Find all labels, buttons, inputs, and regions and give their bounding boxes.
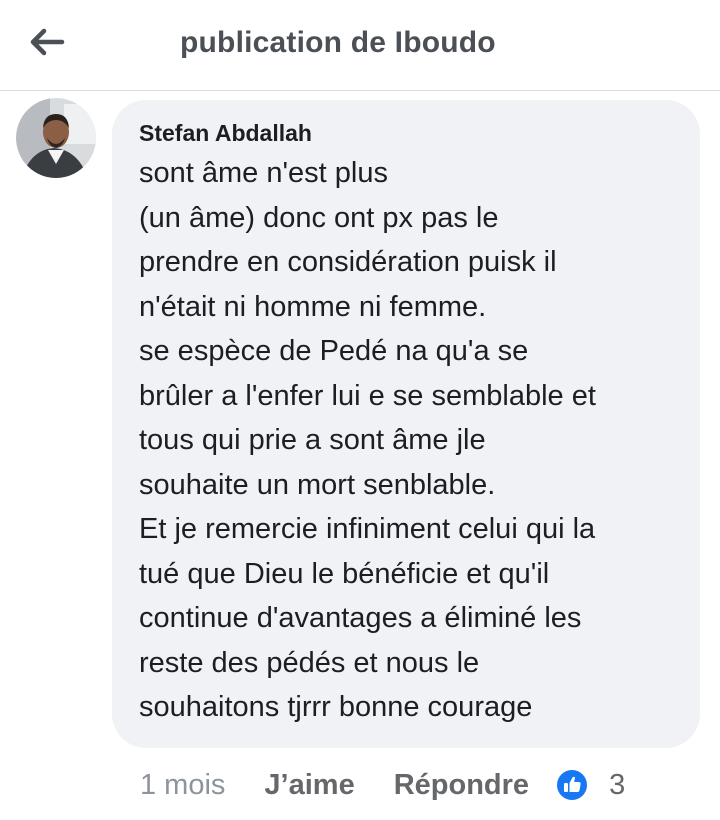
comment-line: souhaitons tjrrr bonne courage <box>139 691 533 723</box>
comment-line: souhaite un mort senblable. <box>139 468 496 501</box>
comment-actions: 1 mois J’aime Répondre 3 <box>140 762 700 808</box>
page-title: publication de Iboudo <box>180 26 496 59</box>
comment-author[interactable]: Stefan Abdallah <box>139 118 680 148</box>
avatar[interactable] <box>16 98 96 178</box>
thumbs-up-icon <box>557 770 588 800</box>
comment-line: tous qui prie a sont âme jle <box>139 424 486 456</box>
comment-line: (un âme) donc ont px pas le <box>139 201 499 234</box>
arrow-left-icon <box>30 28 65 56</box>
comment-line: reste des pédés et nous le <box>139 646 480 679</box>
comment-line: brûler a l'enfer lui e se semblable et <box>139 379 596 412</box>
comment-line: tué que Dieu le bénéficie et qu'il <box>139 557 550 590</box>
comment-line: Et je remercie infiniment celui qui la <box>139 513 596 545</box>
comment-line: se espèce de Pedé na qu'a se <box>139 335 529 367</box>
reaction-count: 3 <box>609 768 626 801</box>
comment-bubble: Stefan Abdallah sont âme n'est plus (un … <box>112 100 700 748</box>
comment-timestamp: 1 mois <box>140 768 226 801</box>
like-button[interactable]: J’aime <box>264 769 354 802</box>
back-button[interactable] <box>22 22 70 62</box>
comment-line: continue d'avantages a éliminé les <box>139 602 582 634</box>
top-bar: publication de Iboudo <box>0 0 720 91</box>
comment-text: sont âme n'est plus (un âme) donc ont px… <box>139 151 680 730</box>
comment-line: prendre en considération puisk il <box>139 246 557 278</box>
profile-photo <box>16 98 96 178</box>
reaction-summary[interactable]: 3 <box>556 769 625 802</box>
comment-line: sont âme n'est plus <box>139 157 388 189</box>
comment-line: n'était ni homme ni femme. <box>139 290 487 323</box>
reply-button[interactable]: Répondre <box>394 769 529 802</box>
